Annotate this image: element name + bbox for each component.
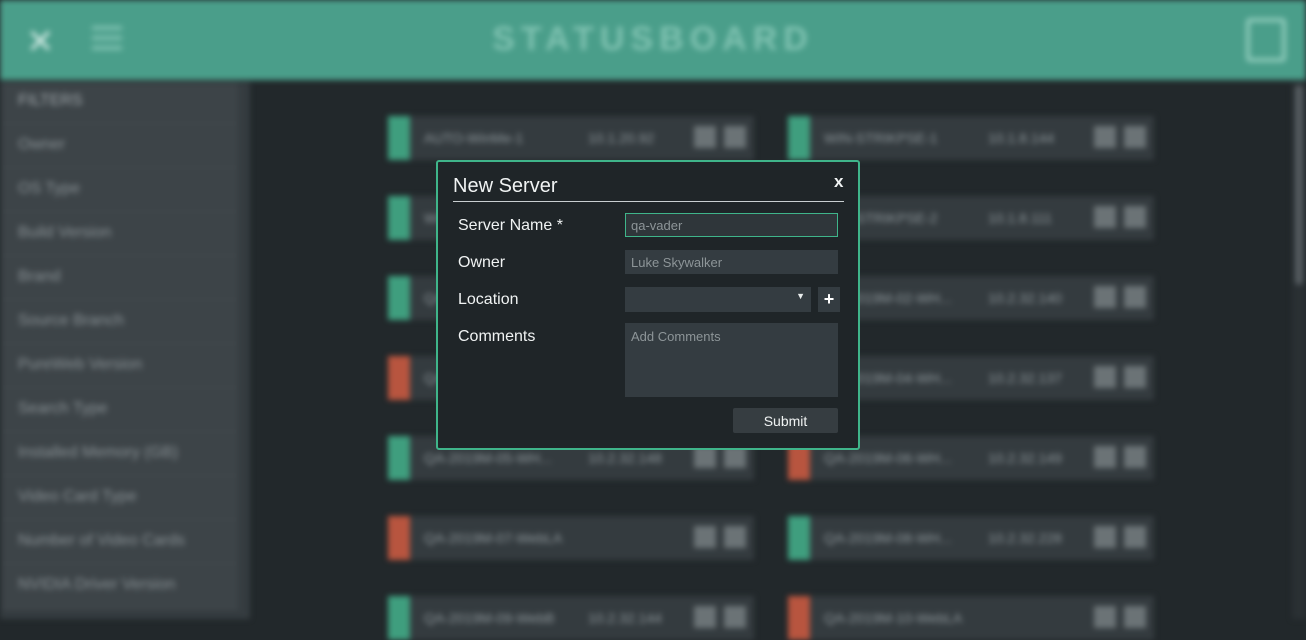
add-location-button[interactable]: + bbox=[818, 287, 840, 312]
status-indicator bbox=[388, 196, 410, 240]
delete-icon[interactable] bbox=[1124, 606, 1146, 628]
server-ip: 10.2.32.228 bbox=[988, 530, 1062, 546]
edit-icon[interactable] bbox=[694, 126, 716, 148]
server-name: QA-2019M-05-WH... bbox=[424, 450, 552, 466]
new-server-dialog: New Server x Server Name * Owner Locatio… bbox=[436, 160, 860, 450]
server-name-input[interactable] bbox=[625, 213, 838, 237]
server-ip: 10.1.8.111 bbox=[988, 210, 1053, 226]
edit-icon[interactable] bbox=[694, 606, 716, 628]
scrollbar-thumb[interactable] bbox=[1295, 85, 1303, 285]
edit-icon[interactable] bbox=[1094, 526, 1116, 548]
filter-item[interactable]: Video Card Type bbox=[2, 478, 238, 521]
delete-icon[interactable] bbox=[1124, 206, 1146, 228]
filter-item[interactable]: Brand bbox=[2, 258, 238, 301]
comments-label: Comments bbox=[458, 328, 536, 345]
filter-item[interactable]: Source Branch bbox=[2, 302, 238, 345]
filter-item[interactable]: Owner bbox=[2, 126, 238, 169]
server-card[interactable]: QA-2019M-10-WebLA bbox=[788, 596, 1154, 640]
status-indicator bbox=[788, 116, 810, 160]
server-name: QA-2019M-06-WH... bbox=[824, 450, 952, 466]
server-name: QA-2019M-08-WH... bbox=[824, 530, 952, 546]
app-title: STATUSBOARD bbox=[492, 20, 814, 58]
server-name-label: Server Name * bbox=[458, 217, 563, 234]
delete-icon[interactable] bbox=[724, 606, 746, 628]
server-card[interactable]: QA-2019M-09-WebB 10.2.32.144 bbox=[388, 596, 754, 640]
top-bar: ✕ STATUSBOARD bbox=[0, 0, 1306, 80]
owner-label: Owner bbox=[458, 254, 506, 271]
server-name: QA-2019M-10-WebLA bbox=[824, 610, 963, 626]
filter-item[interactable]: Installed Memory (GB) bbox=[2, 434, 238, 477]
server-ip: 10.2.32.137 bbox=[988, 370, 1062, 386]
submit-button[interactable]: Submit bbox=[733, 408, 838, 433]
filter-item[interactable]: PureWeb Version bbox=[2, 346, 238, 389]
server-card[interactable]: WIN-STRIKPSE-1 10.1.8.144 bbox=[788, 116, 1154, 160]
title-divider bbox=[453, 201, 844, 202]
delete-icon[interactable] bbox=[724, 126, 746, 148]
status-indicator bbox=[788, 516, 810, 560]
filter-item[interactable]: Search Type bbox=[2, 390, 238, 433]
filters-header[interactable]: FILTERS bbox=[2, 82, 238, 125]
location-select[interactable]: ▼ bbox=[625, 287, 811, 312]
filter-item[interactable]: Build Version bbox=[2, 214, 238, 257]
server-card[interactable]: AUTO-WinMe-1 10.1.20.92 bbox=[388, 116, 754, 160]
status-indicator bbox=[388, 436, 410, 480]
status-indicator bbox=[388, 276, 410, 320]
server-ip: 10.1.8.144 bbox=[988, 130, 1055, 146]
server-ip: 10.2.32.148 bbox=[588, 450, 662, 466]
delete-icon[interactable] bbox=[1124, 446, 1146, 468]
edit-icon[interactable] bbox=[1094, 446, 1116, 468]
dialog-close-button[interactable]: x bbox=[834, 172, 843, 192]
server-name: QA-2019M-07-WebLA bbox=[424, 530, 563, 546]
filter-item[interactable]: Number of Video Cards bbox=[2, 522, 238, 565]
status-indicator bbox=[388, 116, 410, 160]
filter-item[interactable]: NVIDIA Driver Version bbox=[2, 566, 238, 609]
server-ip: 10.1.20.92 bbox=[588, 130, 655, 146]
dialog-title: New Server bbox=[453, 175, 558, 197]
server-card[interactable]: QA-2019M-07-WebLA bbox=[388, 516, 754, 560]
server-name: QA-2019M-09-WebB bbox=[424, 610, 555, 626]
server-ip: 10.2.32.144 bbox=[588, 610, 662, 626]
edit-icon[interactable] bbox=[1094, 606, 1116, 628]
delete-icon[interactable] bbox=[1124, 286, 1146, 308]
owner-input[interactable] bbox=[625, 250, 838, 274]
comments-textarea[interactable] bbox=[625, 323, 838, 397]
status-indicator bbox=[388, 356, 410, 400]
delete-icon[interactable] bbox=[724, 526, 746, 548]
edit-icon[interactable] bbox=[694, 526, 716, 548]
filter-item[interactable]: OS Type bbox=[2, 170, 238, 213]
delete-icon[interactable] bbox=[1124, 126, 1146, 148]
document-icon[interactable] bbox=[1246, 18, 1286, 62]
edit-icon[interactable] bbox=[1094, 286, 1116, 308]
status-indicator bbox=[788, 596, 810, 640]
server-ip: 10.2.32.140 bbox=[988, 290, 1062, 306]
dropdown-caret-icon: ▼ bbox=[796, 291, 805, 301]
delete-icon[interactable] bbox=[1124, 526, 1146, 548]
delete-icon[interactable] bbox=[1124, 366, 1146, 388]
server-name: WIN-STRIKPSE-1 bbox=[824, 130, 938, 146]
server-ip: 10.2.32.149 bbox=[988, 450, 1062, 466]
edit-icon[interactable] bbox=[1094, 366, 1116, 388]
status-indicator bbox=[388, 516, 410, 560]
edit-icon[interactable] bbox=[1094, 126, 1116, 148]
location-label: Location bbox=[458, 291, 519, 308]
status-indicator bbox=[388, 596, 410, 640]
edit-icon[interactable] bbox=[1094, 206, 1116, 228]
filter-sidebar: FILTERS Owner OS Type Build Version Brand Sou… bbox=[0, 82, 250, 619]
server-name: AUTO-WinMe-1 bbox=[424, 130, 524, 146]
server-card[interactable]: QA-2019M-08-WH... 10.2.32.228 bbox=[788, 516, 1154, 560]
